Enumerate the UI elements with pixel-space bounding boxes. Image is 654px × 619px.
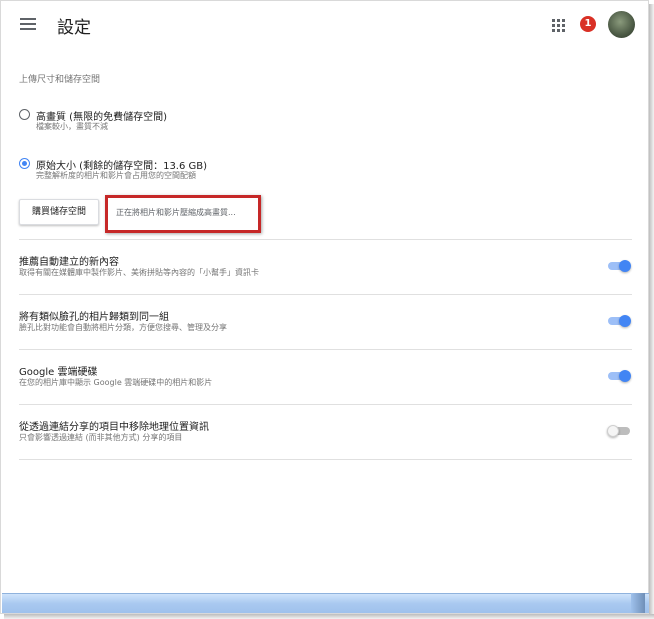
- buy-storage-button[interactable]: 購買儲存空間: [19, 199, 99, 225]
- setting-title: 將有類似臉孔的相片歸類到同一組: [19, 312, 169, 323]
- setting-row-face-grouping: 將有類似臉孔的相片歸類到同一組 臉孔比對功能會自動將相片分類，方便您搜尋、管理及…: [19, 308, 632, 362]
- divider: [19, 459, 632, 460]
- divider: [19, 404, 632, 405]
- setting-row-suggestions: 推薦自動建立的新內容 取得有關在媒體庫中製作影片、美術拼貼等內容的「小幫手」資訊…: [19, 253, 632, 307]
- settings-window: 設定 1 上傳尺寸和儲存空間 高畫質 (無限的免費儲存空間) 檔案較小，畫質不減…: [0, 0, 649, 614]
- setting-description: 在您的相片庫中顯示 Google 雲端硬碟中的相片和影片: [19, 378, 213, 387]
- setting-description: 臉孔比對功能會自動將相片分類，方便您搜尋、管理及分享: [19, 323, 227, 332]
- apps-grid-icon[interactable]: [552, 19, 565, 32]
- setting-title: 推薦自動建立的新內容: [19, 257, 119, 268]
- page-title: 設定: [57, 18, 91, 38]
- setting-description: 取得有關在媒體庫中製作影片、美術拼貼等內容的「小幫手」資訊卡: [19, 268, 259, 277]
- converting-status-highlight: 正在將相片和影片壓縮成高畫質...: [105, 195, 261, 233]
- frame-shadow-bottom: [4, 614, 654, 619]
- account-avatar[interactable]: [608, 11, 635, 38]
- converting-status-text: 正在將相片和影片壓縮成高畫質...: [116, 208, 236, 217]
- divider: [19, 349, 632, 350]
- setting-description: 只會影響透過連結 (而非其他方式) 分享的項目: [19, 433, 183, 442]
- original-size-radio[interactable]: [19, 158, 30, 169]
- menu-icon[interactable]: [20, 18, 36, 31]
- notification-badge[interactable]: 1: [580, 16, 596, 32]
- suggestions-toggle[interactable]: [607, 260, 631, 272]
- setting-title: Google 雲端硬碟: [19, 367, 98, 378]
- original-size-description: 完整解析度的相片和影片會占用您的空間配額: [36, 171, 196, 180]
- setting-title: 從透過連結分享的項目中移除地理位置資訊: [19, 422, 209, 433]
- taskbar-edge: [631, 593, 645, 613]
- divider: [19, 294, 632, 295]
- setting-row-remove-geo: 從透過連結分享的項目中移除地理位置資訊 只會影響透過連結 (而非其他方式) 分享…: [19, 418, 632, 472]
- upload-size-section-title: 上傳尺寸和儲存空間: [19, 75, 101, 85]
- face-grouping-toggle[interactable]: [607, 315, 631, 327]
- top-app-bar: 設定 1: [1, 1, 650, 49]
- frame-shadow-right: [649, 4, 654, 619]
- high-quality-description: 檔案較小，畫質不減: [36, 122, 108, 131]
- high-quality-radio[interactable]: [19, 109, 30, 120]
- google-drive-toggle[interactable]: [607, 370, 631, 382]
- setting-row-google-drive: Google 雲端硬碟 在您的相片庫中顯示 Google 雲端硬碟中的相片和影片: [19, 363, 632, 417]
- taskbar: [2, 593, 649, 613]
- divider: [19, 239, 632, 240]
- remove-geo-toggle[interactable]: [607, 425, 631, 437]
